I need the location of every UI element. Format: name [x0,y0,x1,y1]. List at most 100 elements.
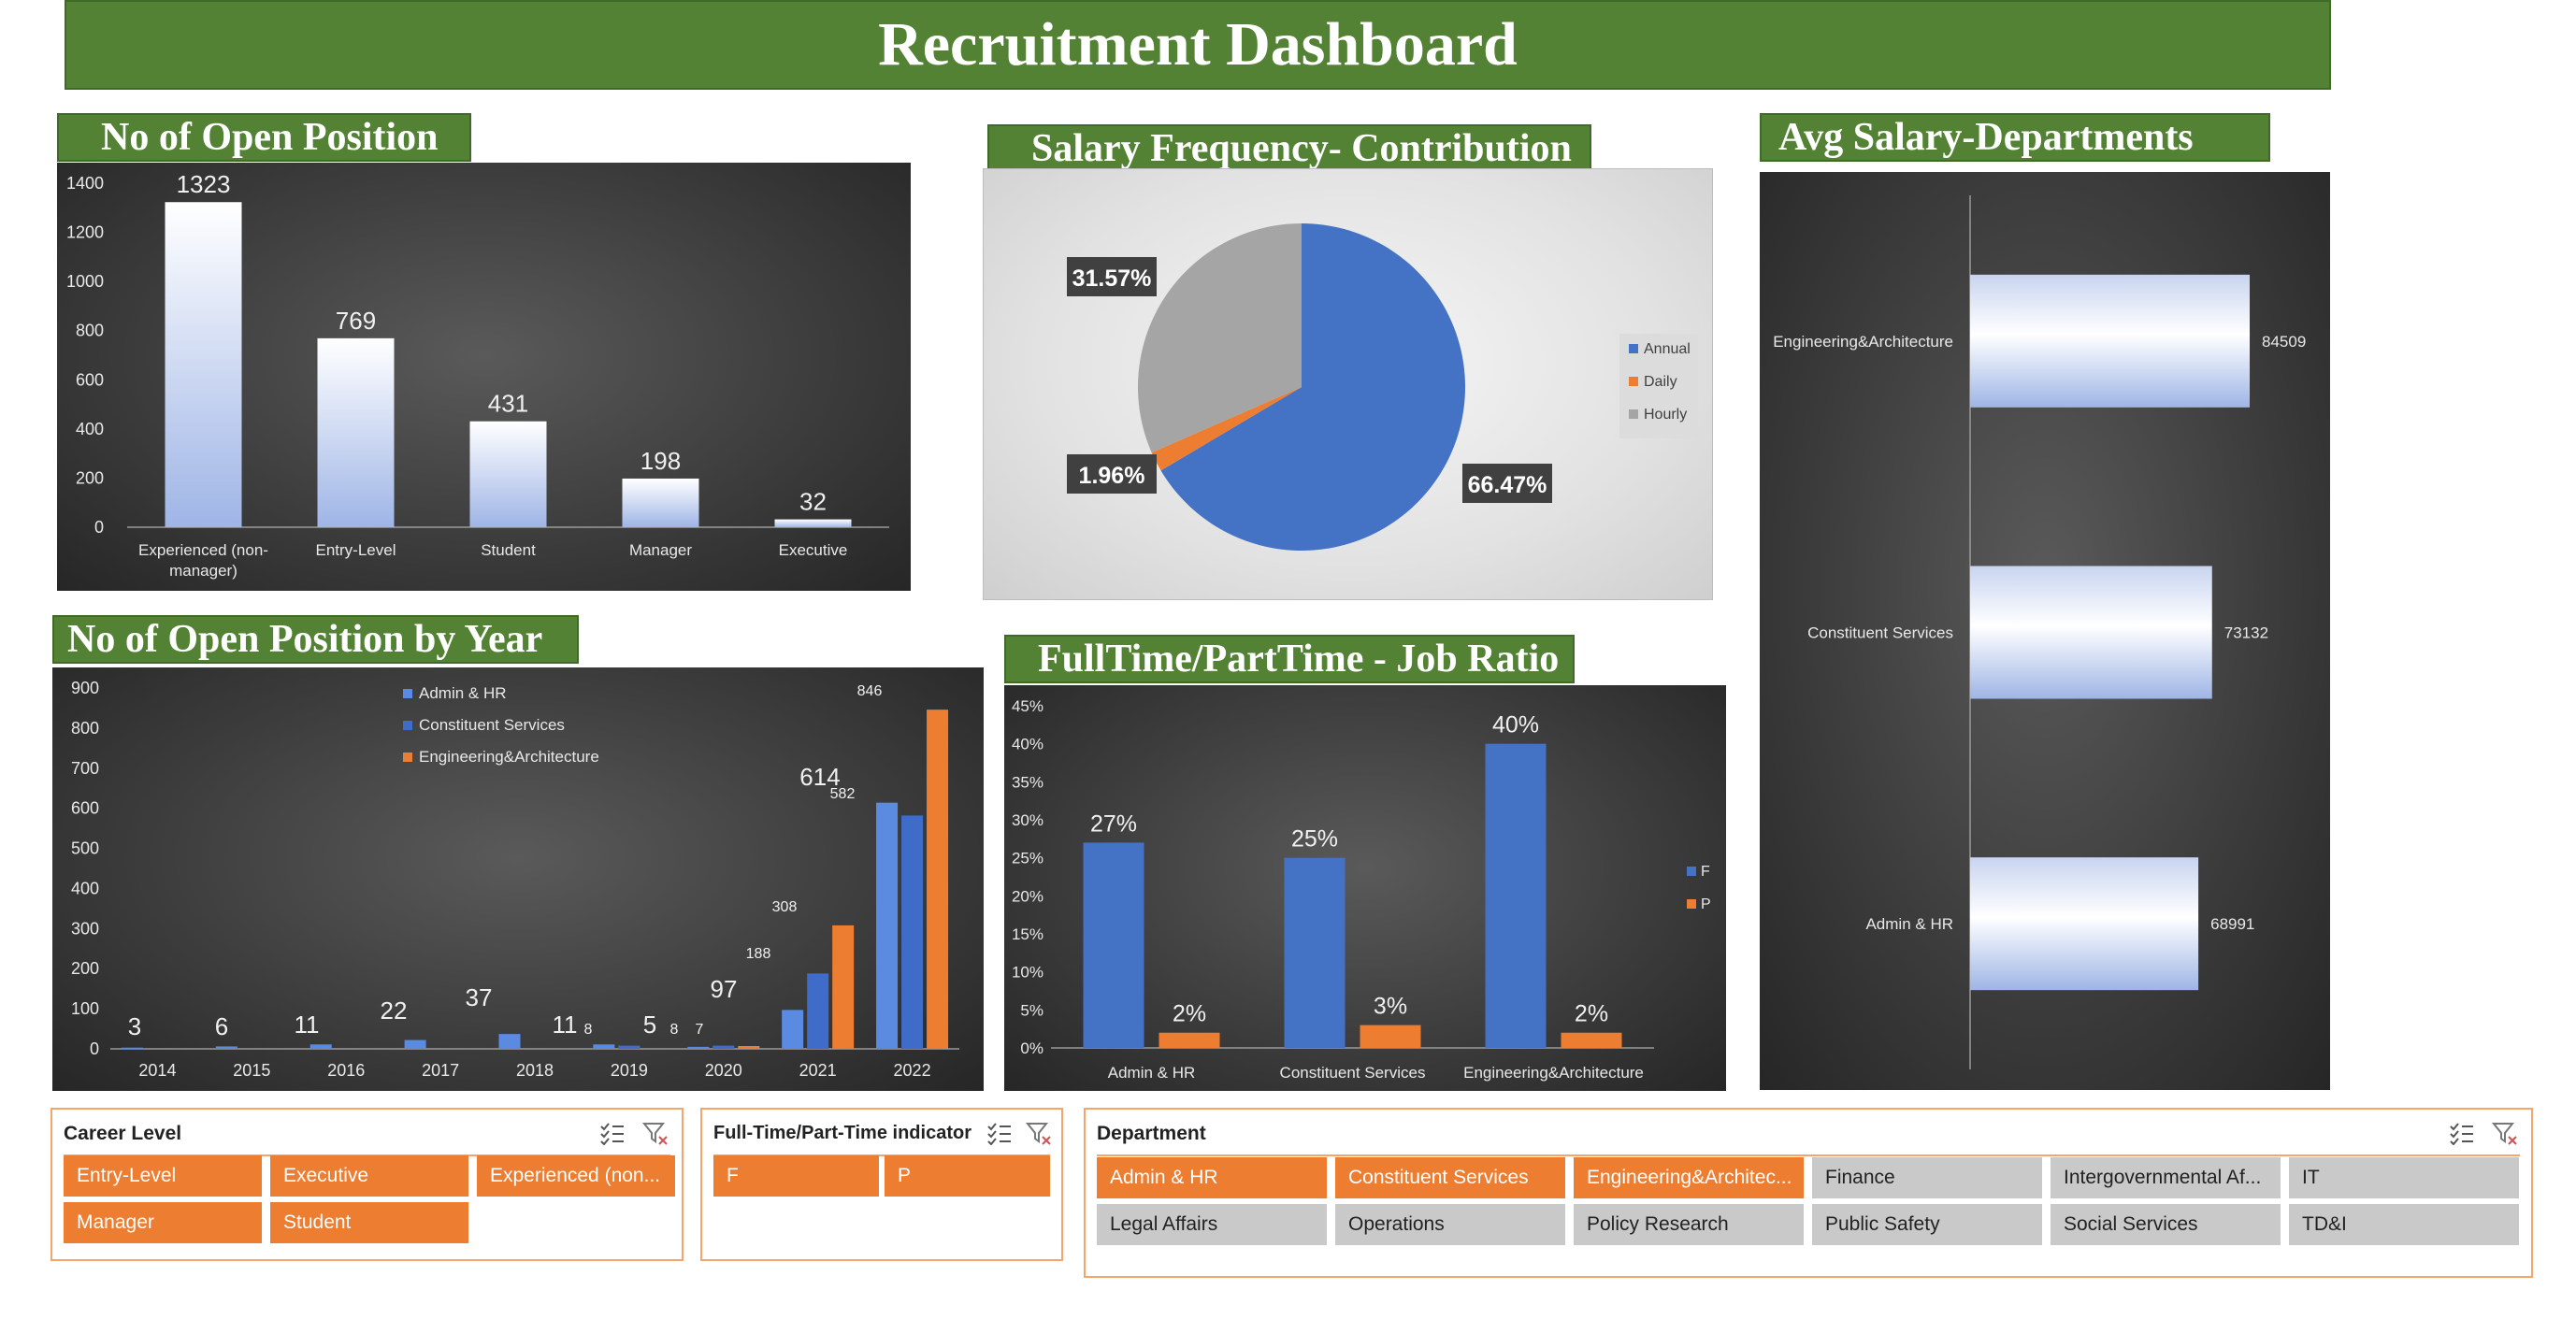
multi-select-icon[interactable] [599,1121,626,1150]
career-level-slicer-title: Career Level [64,1123,182,1144]
slicer-item[interactable]: Operations [1335,1204,1565,1245]
legend-swatch [403,753,412,762]
y-tick-label: 0 [90,1039,99,1058]
bar [1284,857,1346,1048]
y-tick-label: 800 [71,719,99,738]
x-tick-label: 2019 [611,1061,648,1080]
data-label: 198 [640,447,681,475]
bar [1561,1032,1622,1048]
slicer-item[interactable]: Student [270,1202,468,1243]
legend-label: P [1701,896,1711,912]
slicer-item[interactable]: F [713,1155,879,1197]
y-tick-label: 400 [71,879,99,897]
bar [1360,1025,1421,1048]
bar [1158,1032,1220,1048]
slicer-item[interactable]: Public Safety [1812,1204,2042,1245]
y-tick-label: 200 [71,959,99,978]
x-tick-label: Experienced (non-manager) [138,541,268,580]
data-label: 32 [799,488,827,516]
x-tick-label: Entry-Level [316,541,396,559]
slicer-item[interactable]: Executive [270,1155,468,1197]
multi-select-icon[interactable] [986,1121,1013,1150]
legend-swatch [1687,867,1696,876]
legend-swatch [1629,409,1638,419]
bar [1970,857,2199,991]
y-tick-label: 45% [1012,697,1043,715]
y-tick-label: 400 [76,420,104,438]
y-tick-label: 15% [1012,925,1043,943]
y-tick-label: 200 [76,468,104,487]
x-tick-label: 2014 [138,1061,176,1080]
y-tick-label: 25% [1012,850,1043,867]
data-label: 769 [336,307,376,335]
y-tick-label: Admin & HR [1865,915,1953,933]
open-position-header: No of Open Position [57,113,471,162]
slicer-item[interactable]: Policy Research [1574,1204,1804,1245]
slicer-divider [1097,1154,2520,1156]
data-label: 11 [295,1011,320,1039]
open-position-by-year-header: No of Open Position by Year [52,615,579,664]
slicer-item[interactable]: Intergovernmental Af... [2051,1157,2281,1198]
y-tick-label: Constituent Services [1807,624,1953,642]
slicer-item[interactable]: Manager [64,1202,262,1243]
bar [712,1045,735,1049]
slicer-item[interactable]: Finance [1812,1157,2042,1198]
clear-filter-icon[interactable] [641,1121,669,1150]
legend-label: Annual [1644,341,1691,357]
slicer-item[interactable]: Social Services [2051,1204,2281,1245]
x-tick-label: Executive [779,541,848,559]
bar [618,1045,640,1049]
y-tick-label: 5% [1020,1001,1043,1019]
slicer-item[interactable]: IT [2289,1157,2519,1198]
y-tick-label: Engineering&Architecture [1773,333,1953,351]
department-slicer: Department Admin & HR Constituent Service… [1084,1108,2533,1278]
data-label: 431 [488,390,528,418]
job-ratio-header: FullTime/PartTime - Job Ratio [1004,635,1575,683]
slicer-item[interactable]: P [885,1155,1050,1197]
data-label: 1.96% [1079,463,1145,489]
data-label: 7 [696,1022,704,1038]
data-label: 8 [670,1022,679,1038]
x-tick-label: 2021 [799,1061,837,1080]
legend-label: Hourly [1644,407,1687,423]
y-tick-label: 700 [71,759,99,778]
bar [782,1010,804,1049]
legend-label: Daily [1644,374,1677,390]
slicer-item[interactable]: TD&I [2289,1204,2519,1245]
bar [469,421,547,527]
legend-label: F [1701,864,1710,880]
clear-filter-icon[interactable] [1025,1121,1052,1150]
slicer-item[interactable]: Admin & HR [1097,1157,1327,1198]
job-ratio-chart-svg: 0% 5% 10% 15% 20% 25% 30% 35% 40% 45% 27% 2% Admin &… [1012,697,1711,1082]
bar [121,1047,143,1050]
slicer-item[interactable]: Legal Affairs [1097,1204,1327,1245]
avg-salary-chart: 84509 Engineering&Architecture 73132 Consti… [1760,172,2330,1090]
data-label: 3 [128,1012,141,1040]
slicer-item[interactable]: Experienced (non... [477,1155,675,1197]
data-label: 1323 [177,170,231,198]
y-tick-label: 600 [71,799,99,818]
open-position-chart-svg: 0 200 400 600 800 1000 1200 1400 1323 Experienced… [66,170,889,580]
bar [498,1034,521,1049]
x-tick-label: Engineering&Architecture [1463,1064,1644,1082]
slicer-item[interactable]: Entry-Level [64,1155,262,1197]
legend-swatch [1629,377,1638,386]
data-label: 3% [1374,994,1407,1020]
full-part-time-slicer-toolbar [986,1121,1052,1150]
avg-salary-chart-svg: 84509 Engineering&Architecture 73132 Consti… [1773,195,2306,1069]
data-label: 846 [857,683,883,699]
legend-swatch [1687,899,1696,909]
dashboard-title: Recruitment Dashboard [65,0,2331,90]
data-label: 66.47% [1468,472,1547,498]
department-slicer-title: Department [1097,1123,1206,1144]
slicer-item[interactable]: Constituent Services [1335,1157,1565,1198]
clear-filter-icon[interactable] [2491,1121,2518,1150]
data-label: 11 [553,1011,578,1039]
slicer-item[interactable]: Engineering&Architec... [1574,1157,1804,1198]
multi-select-icon[interactable] [2449,1121,2475,1150]
open-position-by-year-chart-svg: 0 100 200 300 400 500 600 700 800 900 2014 2015 2016… [71,679,959,1080]
y-tick-label: 800 [76,322,104,340]
y-tick-label: 0 [94,518,104,537]
bar [832,925,855,1049]
x-tick-label: 2022 [894,1061,931,1080]
